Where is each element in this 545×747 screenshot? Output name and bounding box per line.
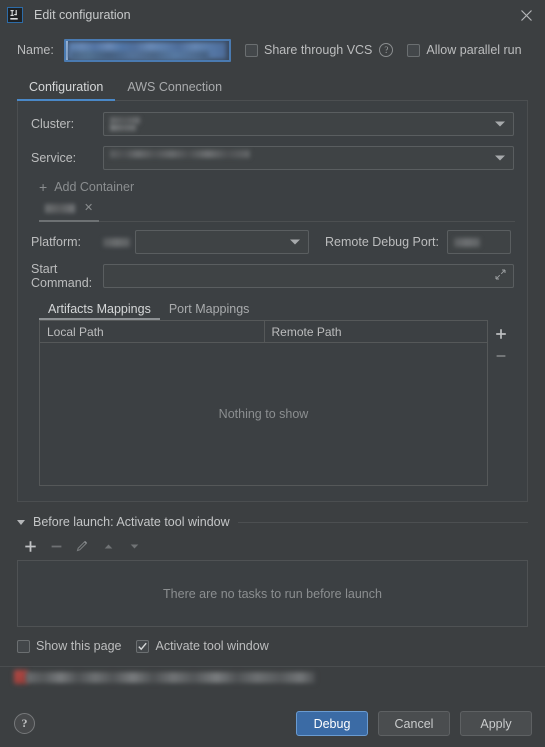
error-message-strip: [0, 666, 545, 688]
header-rule: [237, 521, 528, 523]
mapping-tabs: Artifacts Mappings Port Mappings: [39, 298, 514, 320]
redacted-service-value-2: [110, 158, 248, 166]
share-through-vcs-checkbox[interactable]: Share through VCS: [245, 43, 372, 57]
chevron-down-icon: [290, 239, 300, 245]
table-empty-text: Nothing to show: [218, 407, 309, 421]
mappings-table: Local Path Remote Path Nothing to show: [39, 320, 488, 486]
cancel-button[interactable]: Cancel: [378, 711, 450, 736]
remote-debug-port-label: Remote Debug Port:: [325, 235, 439, 249]
move-down-button: [121, 536, 147, 556]
dialog-footer: ? Debug Cancel Apply: [0, 700, 545, 747]
before-launch-task-list[interactable]: There are no tasks to run before launch: [17, 560, 528, 627]
tab-port-mappings-label: Port Mappings: [168, 302, 250, 316]
before-launch-options: Show this page Activate tool window: [17, 637, 528, 655]
expand-icon[interactable]: [495, 269, 506, 283]
plus-icon: +: [39, 179, 48, 195]
column-header-local-path[interactable]: Local Path: [40, 321, 264, 342]
window-title: Edit configuration: [34, 8, 131, 22]
chevron-down-icon: [495, 155, 505, 161]
help-icon[interactable]: ?: [379, 43, 394, 57]
cluster-label: Cluster:: [31, 117, 75, 131]
before-launch-title: Before launch: Activate tool window: [33, 515, 230, 529]
close-icon[interactable]: ✕: [84, 203, 93, 214]
add-container-label: Add Container: [54, 180, 135, 194]
redacted-service-value: [110, 150, 250, 158]
table-side-toolbar: [488, 320, 514, 486]
start-command-input[interactable]: [103, 264, 514, 288]
title-bar: Edit configuration: [0, 0, 545, 30]
show-this-page-checkbox[interactable]: Show this page: [17, 639, 121, 653]
add-task-button[interactable]: [17, 536, 43, 556]
help-button[interactable]: ?: [14, 713, 35, 734]
redacted-error-message: [26, 672, 315, 683]
show-this-page-label: Show this page: [36, 639, 122, 653]
move-up-button: [95, 536, 121, 556]
name-label: Name:: [17, 43, 54, 57]
start-command-row: Start Command:: [31, 262, 514, 290]
table-empty-state: Nothing to show: [40, 343, 487, 485]
before-launch-toolbar: [17, 535, 528, 557]
chevron-down-icon: [495, 121, 505, 127]
redacted-platform-prefix: [103, 237, 130, 247]
before-launch-header[interactable]: Before launch: Activate tool window: [17, 513, 528, 531]
platform-label: Platform:: [31, 235, 82, 249]
allow-parallel-run-checkbox[interactable]: Allow parallel run: [407, 43, 522, 57]
activate-tool-window-checkbox[interactable]: Activate tool window: [136, 639, 269, 653]
container-tabs: ✕: [39, 199, 515, 222]
remove-mapping-button[interactable]: [490, 345, 512, 367]
before-launch-empty-text: There are no tasks to run before launch: [163, 586, 382, 601]
close-icon[interactable]: [515, 4, 537, 26]
cluster-combobox[interactable]: [103, 112, 514, 136]
tab-port-mappings[interactable]: Port Mappings: [160, 298, 259, 320]
edit-task-button: [69, 536, 95, 556]
remove-task-button: [43, 536, 69, 556]
tab-configuration[interactable]: Configuration: [17, 73, 116, 101]
add-container-button[interactable]: + Add Container: [39, 178, 514, 196]
tab-configuration-label: Configuration: [29, 79, 104, 94]
redacted-cluster-value: [110, 117, 140, 124]
container-tab[interactable]: ✕: [39, 199, 100, 222]
tab-aws-connection[interactable]: AWS Connection: [115, 73, 234, 100]
checkbox-box: [407, 43, 421, 57]
service-row: Service:: [31, 146, 514, 170]
checkbox-box: [245, 43, 258, 57]
tab-aws-connection-label: AWS Connection: [127, 79, 223, 94]
tab-artifacts-mappings[interactable]: Artifacts Mappings: [39, 298, 160, 320]
redacted-name-value-2: [70, 50, 209, 60]
redacted-container-label: [45, 204, 75, 213]
apply-button[interactable]: Apply: [460, 711, 532, 736]
name-row: Name: Share through VCS ? Allow parallel…: [0, 35, 545, 65]
chevron-down-icon[interactable]: [17, 519, 25, 525]
activate-tool-window-label: Activate tool window: [155, 639, 269, 653]
platform-row: Platform: Remote Debug Port:: [31, 230, 514, 254]
table-header: Local Path Remote Path: [40, 321, 487, 343]
checkbox-box: [136, 639, 150, 653]
checkbox-box: [17, 639, 30, 653]
tab-artifacts-mappings-label: Artifacts Mappings: [48, 302, 151, 316]
redacted-port-value: [453, 238, 480, 247]
platform-combobox[interactable]: [135, 230, 309, 254]
start-command-label: Start Command:: [31, 262, 93, 290]
mappings-table-wrap: Local Path Remote Path Nothing to show: [39, 320, 514, 486]
share-through-vcs-label: Share through VCS: [264, 43, 373, 57]
remote-debug-port-input[interactable]: [446, 230, 511, 254]
allow-parallel-run-label: Allow parallel run: [426, 43, 522, 57]
column-header-remote-path[interactable]: Remote Path: [263, 321, 488, 342]
name-input[interactable]: [64, 38, 231, 62]
main-tabs: Configuration AWS Connection: [0, 73, 545, 101]
service-label: Service:: [31, 151, 77, 165]
redacted-cluster-value-2: [110, 124, 136, 131]
debug-button[interactable]: Debug: [296, 711, 368, 736]
service-combobox[interactable]: [103, 146, 514, 170]
configuration-panel: Cluster: Service: + Add Container ✕ Plat…: [17, 101, 528, 502]
add-mapping-button[interactable]: [490, 323, 512, 345]
cluster-row: Cluster:: [31, 112, 514, 136]
intellij-idea-icon: [7, 7, 23, 23]
